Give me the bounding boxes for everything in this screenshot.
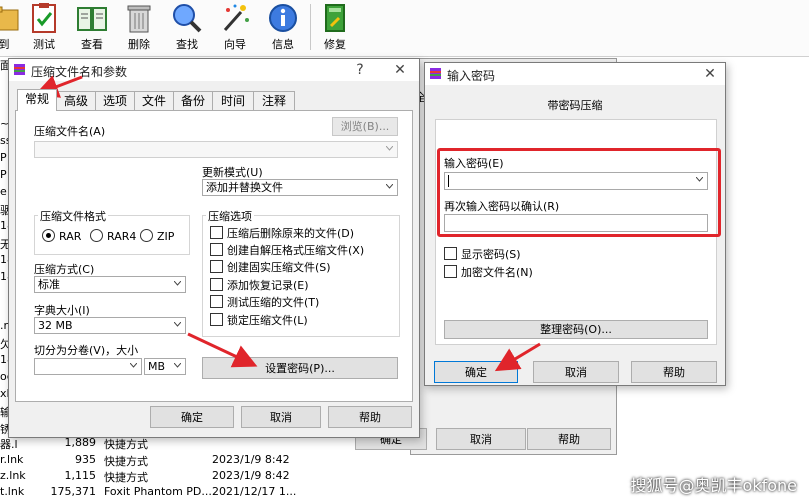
tab-general[interactable]: 常规 xyxy=(17,89,57,111)
annotation-arrows xyxy=(34,75,541,372)
arrow-to-ok xyxy=(494,342,541,372)
arrow-to-set-password xyxy=(187,332,258,368)
watermark: 搜狐号@奥凯丰okfone xyxy=(630,476,797,495)
